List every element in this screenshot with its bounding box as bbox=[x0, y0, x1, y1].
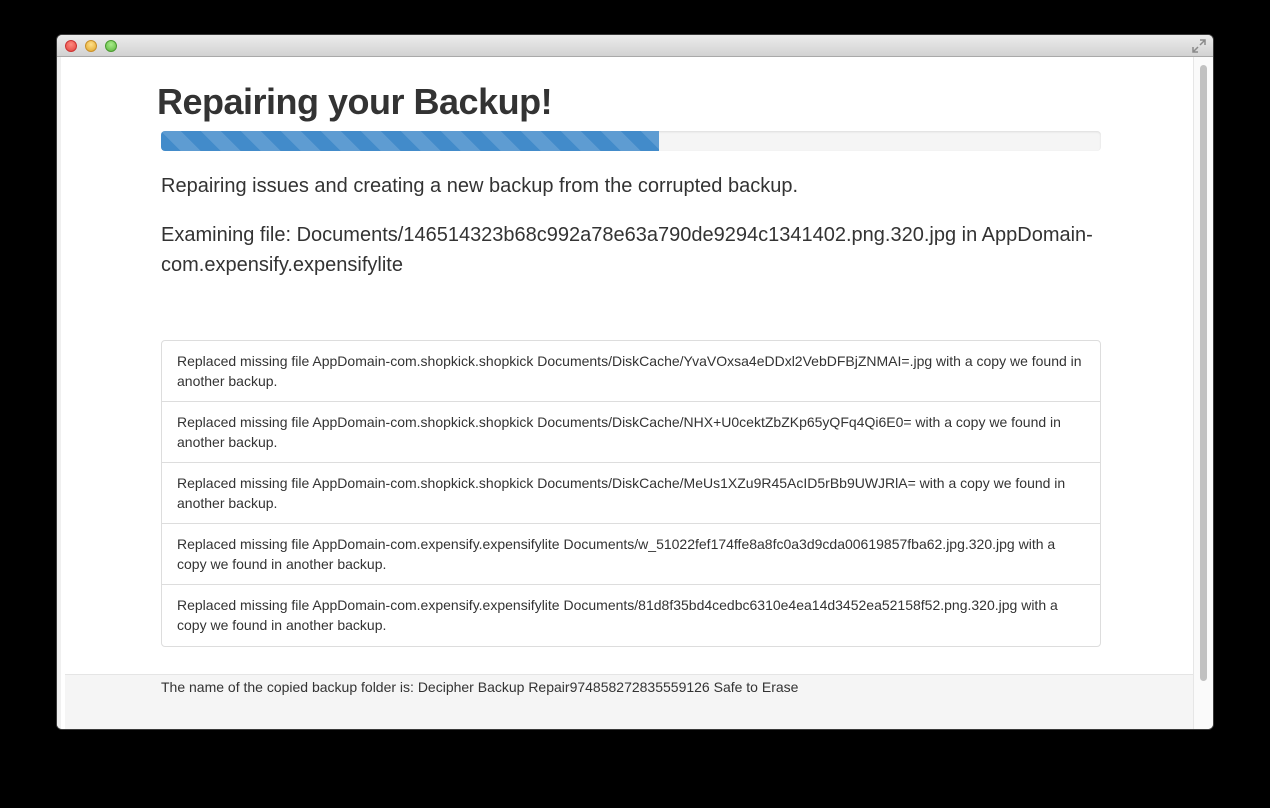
list-item: Replaced missing file AppDomain-com.shop… bbox=[162, 402, 1100, 463]
list-item: Replaced missing file AppDomain-com.shop… bbox=[162, 463, 1100, 524]
app-window: Repairing your Backup! Repairing issues … bbox=[57, 35, 1213, 729]
footer: The name of the copied backup folder is:… bbox=[65, 674, 1197, 729]
fullscreen-arrows-icon[interactable] bbox=[1191, 38, 1207, 54]
repair-progress-fill bbox=[161, 131, 660, 151]
content-area: Repairing your Backup! Repairing issues … bbox=[57, 57, 1197, 729]
list-item: Replaced missing file AppDomain-com.shop… bbox=[162, 341, 1100, 402]
examining-file-text: Examining file: Documents/146514323b68c9… bbox=[161, 224, 1093, 276]
page-title: Repairing your Backup! bbox=[157, 81, 553, 122]
zoom-button-icon[interactable] bbox=[105, 40, 117, 52]
repair-progress-bar bbox=[161, 131, 1101, 151]
minimize-button-icon[interactable] bbox=[85, 40, 97, 52]
list-item: Replaced missing file AppDomain-com.expe… bbox=[177, 597, 1058, 633]
close-button-icon[interactable] bbox=[65, 40, 77, 52]
title-bar[interactable] bbox=[57, 35, 1213, 57]
scrollbar-thumb[interactable] bbox=[1200, 65, 1207, 681]
status-text: Repairing issues and creating a new back… bbox=[161, 175, 799, 197]
backup-folder-name-text: The name of the copied backup folder is:… bbox=[161, 679, 799, 695]
repair-log-list: Replaced missing file AppDomain-com.shop… bbox=[161, 340, 1101, 647]
list-item: Replaced missing file AppDomain-com.expe… bbox=[162, 524, 1100, 585]
vertical-scrollbar[interactable] bbox=[1193, 57, 1213, 729]
